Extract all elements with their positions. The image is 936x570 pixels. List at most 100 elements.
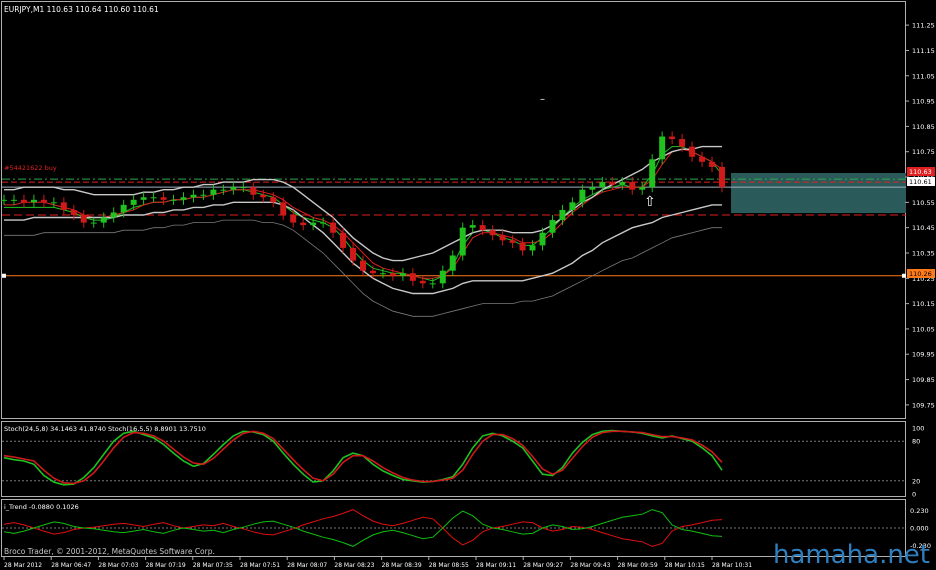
candle-body	[569, 202, 576, 210]
stoch-y-tick-label: 80	[912, 438, 920, 446]
x-tick-label: 28 Mar 06:47	[51, 562, 91, 569]
y-tick-label: 110.55	[912, 199, 935, 207]
candle-body	[589, 187, 596, 190]
x-tick-label: 28 Mar 07:51	[240, 562, 280, 569]
x-tick-label: 28 Mar 10:15	[665, 562, 705, 569]
y-tick-label: 110.95	[912, 98, 935, 106]
candle-body	[399, 273, 406, 276]
candle-body	[699, 156, 706, 162]
candle-body	[529, 245, 536, 251]
candle-body	[230, 187, 237, 190]
candle-body	[379, 273, 386, 275]
candle-body	[679, 139, 686, 147]
x-tick-label: 28 Mar 07:35	[193, 562, 233, 569]
candle-body	[449, 255, 456, 271]
candle-body	[599, 182, 606, 188]
candle-body	[90, 222, 97, 224]
candle-body	[340, 232, 347, 248]
candle-body	[10, 199, 17, 201]
candle-body	[459, 227, 466, 256]
candle-body	[320, 222, 327, 224]
candle-body	[270, 197, 277, 203]
candle-body	[649, 159, 656, 188]
candle-body	[50, 202, 57, 204]
candle-body	[489, 230, 496, 236]
candle-body	[499, 235, 506, 241]
stoch-y-tick-label: 20	[912, 477, 920, 485]
stochastic-lines	[3, 429, 723, 486]
candle-body	[549, 220, 556, 233]
candle-body	[300, 222, 307, 226]
candle-body	[539, 232, 546, 246]
candle-body	[130, 199, 137, 205]
candle-body	[20, 199, 27, 203]
level-handle	[902, 273, 906, 278]
candle-body	[669, 136, 676, 140]
candle-body	[469, 225, 476, 228]
candle-body	[250, 187, 257, 195]
order-price-badge: 110.63	[909, 168, 932, 176]
candle-body	[579, 189, 586, 203]
buy-arrow-icon: ⇧	[644, 194, 656, 210]
candle-body	[70, 209, 77, 215]
x-tick-label: 28 Mar 08:39	[382, 562, 422, 569]
level-price-badge: 110.26	[909, 270, 932, 278]
main-header: EURJPY,M1 110.63 110.64 110.60 110.61	[4, 5, 159, 14]
candle-body	[160, 197, 167, 200]
candle-body	[389, 273, 396, 276]
stoch-y-tick-label: 100	[912, 425, 924, 433]
candle-body	[419, 280, 426, 284]
candle-body	[709, 161, 716, 167]
y-tick-label: 110.15	[912, 300, 935, 308]
candle-body	[609, 182, 616, 185]
current-price-badge: 110.61	[909, 178, 932, 186]
x-axis-ticks: 28 Mar 2012 28 Mar 06:47 28 Mar 07:03 28 Ma…	[3, 557, 752, 569]
candles	[1, 131, 725, 289]
stoch-y-tick-label: 0	[912, 491, 916, 499]
x-tick-label: 28 Mar 09:43	[570, 562, 610, 569]
candle-body	[369, 270, 376, 274]
y-tick-label: 109.85	[912, 376, 935, 384]
candle-body	[60, 202, 67, 210]
candle-body	[659, 136, 666, 160]
trading-chart[interactable]: 111.25 111.15 111.05 110.95 110.85 110.75 110.…	[0, 0, 936, 570]
candle-body	[519, 242, 526, 251]
bollinger-bands	[4, 145, 723, 317]
candle-body	[100, 217, 107, 223]
candle-body	[409, 273, 416, 281]
x-tick-label: 28 Mar 08:23	[334, 562, 374, 569]
cursor-marker-icon: –	[540, 94, 545, 105]
candle-body	[40, 199, 47, 203]
candle-body	[170, 199, 177, 201]
y-tick-label: 110.05	[912, 325, 935, 333]
candle-body	[479, 225, 486, 231]
candle-body	[80, 215, 87, 223]
order-label: #54421622 buy	[4, 164, 57, 172]
candle-body	[509, 240, 516, 243]
x-tick-label: 28 Mar 07:19	[146, 562, 186, 569]
candle-body	[719, 166, 725, 188]
candle-body	[559, 209, 566, 221]
watermark: hamaha.net	[772, 540, 930, 570]
candle-body	[150, 197, 157, 199]
candle-body	[439, 270, 446, 284]
x-tick-label: 28 Mar 07:03	[98, 562, 138, 569]
candle-body	[360, 260, 366, 271]
candle-body	[120, 204, 127, 213]
x-tick-label: 28 Mar 08:55	[429, 562, 469, 569]
candle-body	[240, 187, 247, 189]
y-tick-label: 111.05	[912, 72, 935, 80]
candle-body	[639, 187, 646, 190]
y-tick-label: 111.25	[912, 22, 935, 30]
candle-body	[330, 222, 337, 233]
candle-body	[689, 146, 696, 157]
candle-body	[190, 194, 197, 198]
y-tick-label: 110.45	[912, 224, 935, 232]
candle-body	[629, 182, 636, 190]
candle-body	[140, 197, 147, 200]
candle-body	[220, 189, 227, 191]
candle-body	[260, 194, 267, 198]
x-tick-label: 28 Mar 08:07	[287, 562, 327, 569]
y-tick-label: 110.85	[912, 123, 935, 131]
x-tick-label: 28 Mar 09:27	[523, 562, 563, 569]
